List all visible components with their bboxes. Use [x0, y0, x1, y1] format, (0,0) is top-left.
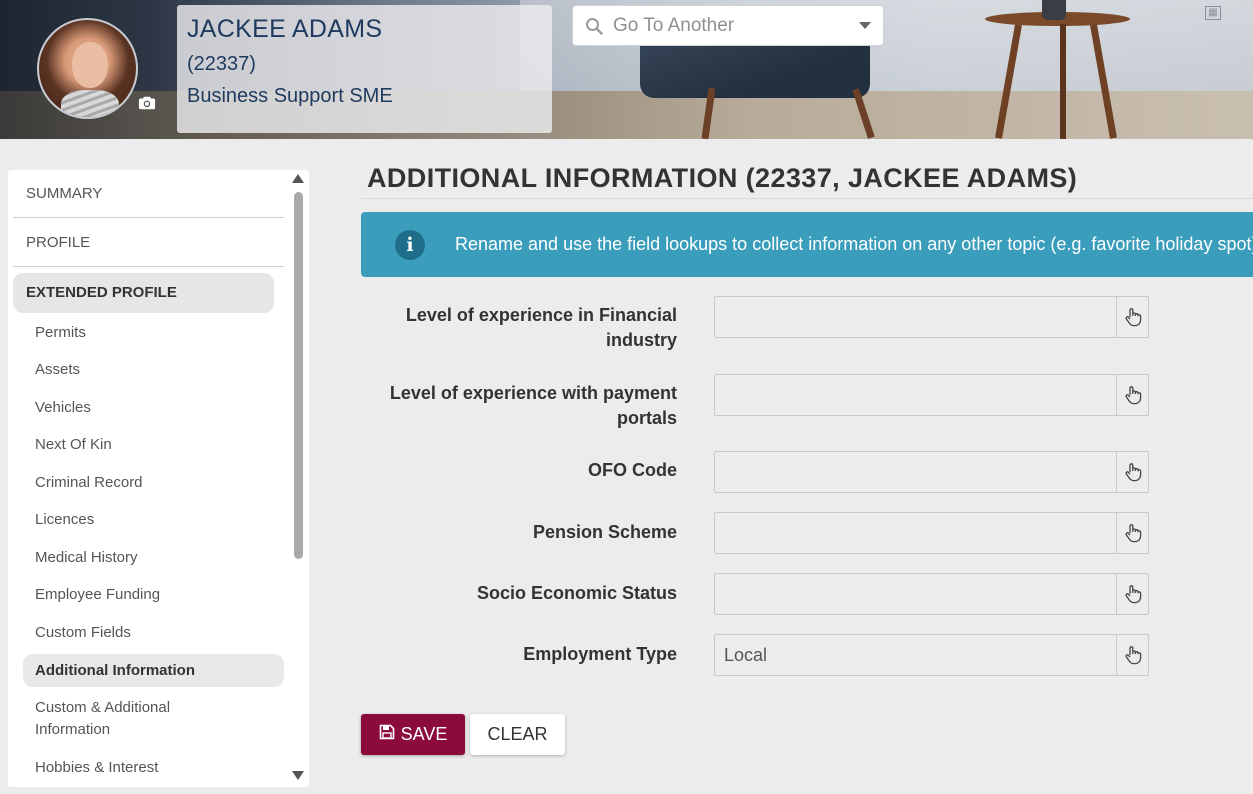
hand-pointer-icon[interactable] — [1117, 635, 1148, 675]
field-value[interactable] — [715, 375, 1117, 415]
field-value[interactable] — [715, 513, 1117, 553]
sidebar-item-criminal-record[interactable]: Criminal Record — [23, 473, 284, 493]
field-socio-economic-status[interactable] — [714, 573, 1149, 615]
info-message: Rename and use the field lookups to coll… — [455, 234, 1253, 254]
sidebar-item-permits[interactable]: Permits — [23, 323, 284, 343]
sidebar-item-assets[interactable]: Assets — [23, 360, 284, 380]
field-financial-experience[interactable] — [714, 296, 1149, 338]
employee-name: JACKEE ADAMS — [187, 15, 383, 43]
employee-job-title: Business Support SME — [187, 85, 393, 107]
info-banner: i Rename and use the field lookups to co… — [361, 212, 1253, 277]
sidebar-item-summary[interactable]: SUMMARY — [13, 170, 284, 218]
hand-pointer-icon[interactable] — [1117, 297, 1148, 337]
save-button-label: SAVE — [400, 724, 448, 744]
hand-pointer-icon[interactable] — [1117, 375, 1148, 415]
banner-vase — [1042, 0, 1066, 20]
goto-search-input[interactable] — [613, 14, 859, 37]
dropdown-caret-icon[interactable] — [859, 22, 871, 29]
avatar-face — [72, 42, 108, 88]
employee-code: (22337) — [187, 53, 256, 75]
scroll-down-arrow-icon[interactable] — [292, 771, 304, 780]
sidebar-item-custom-fields[interactable]: Custom Fields — [23, 623, 284, 643]
field-label-socio-economic-status: Socio Economic Status — [476, 583, 677, 603]
save-button[interactable]: SAVE — [361, 714, 465, 755]
banner-table-leg — [1060, 24, 1066, 139]
grid-icon[interactable]: ▦ — [1205, 6, 1221, 20]
hand-pointer-icon[interactable] — [1117, 513, 1148, 553]
field-label-employment-type: Employment Type — [523, 644, 677, 664]
info-icon: i — [395, 230, 425, 260]
employee-identity-card: JACKEE ADAMS (22337) Business Support SM… — [177, 5, 552, 133]
sidebar-item-profile[interactable]: PROFILE — [13, 219, 284, 267]
field-label-pension-scheme: Pension Scheme — [532, 522, 677, 542]
sidebar-item-medical-history[interactable]: Medical History — [23, 548, 284, 568]
sidebar-scrollbar-thumb[interactable] — [294, 192, 303, 559]
field-value[interactable]: Local — [715, 635, 1117, 675]
scroll-up-arrow-icon[interactable] — [292, 174, 304, 183]
field-value[interactable] — [715, 297, 1117, 337]
sidebar-section-extended-profile[interactable]: EXTENDED PROFILE — [13, 273, 274, 313]
page-title: ADDITIONAL INFORMATION (22337, JACKEE AD… — [367, 163, 1078, 193]
avatar-sweater — [61, 90, 119, 117]
avatar[interactable] — [37, 18, 138, 119]
sidebar-item-licences[interactable]: Licences — [23, 510, 284, 530]
field-ofo-code[interactable] — [714, 451, 1149, 493]
sidebar-divider — [13, 266, 284, 267]
sidebar-item-custom-additional-information[interactable]: Custom & Additional Information — [23, 697, 203, 741]
title-divider — [361, 198, 1253, 199]
field-pension-scheme[interactable] — [714, 512, 1149, 554]
field-payment-portals-experience[interactable] — [714, 374, 1149, 416]
camera-icon[interactable] — [138, 95, 156, 111]
field-label-financial-experience: Level of experience in Financial industr… — [405, 305, 677, 350]
field-label-payment-portals-experience: Level of experience with payment portals — [389, 383, 677, 428]
field-value[interactable] — [715, 574, 1117, 614]
sidebar-item-next-of-kin[interactable]: Next Of Kin — [23, 435, 284, 455]
sidebar-nav: SUMMARY PROFILE EXTENDED PROFILE Permits… — [8, 170, 309, 787]
sidebar-item-vehicles[interactable]: Vehicles — [23, 398, 284, 418]
sidebar-item-hobbies-interest[interactable]: Hobbies & Interest — [23, 758, 284, 778]
save-icon — [379, 724, 395, 745]
field-employment-type[interactable]: Local — [714, 634, 1149, 676]
field-label-ofo-code: OFO Code — [588, 460, 677, 480]
sidebar-item-employee-funding[interactable]: Employee Funding — [23, 585, 284, 605]
field-value[interactable] — [715, 452, 1117, 492]
goto-employee-select[interactable] — [572, 5, 884, 46]
sidebar-item-additional-information[interactable]: Additional Information — [23, 654, 284, 687]
hand-pointer-icon[interactable] — [1117, 452, 1148, 492]
search-icon — [585, 17, 603, 35]
clear-button[interactable]: CLEAR — [470, 714, 565, 755]
hand-pointer-icon[interactable] — [1117, 574, 1148, 614]
